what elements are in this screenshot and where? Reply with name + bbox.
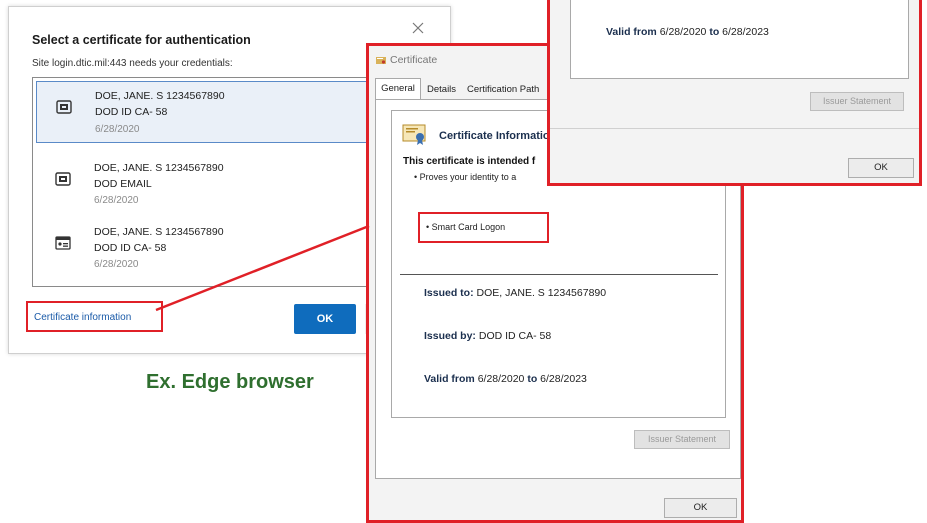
tab-details[interactable]: Details <box>427 81 456 98</box>
id-card-icon <box>55 236 71 250</box>
certificate-icon <box>402 124 426 145</box>
divider <box>400 274 718 275</box>
certificate-details-box: Valid from 6/28/2020 to 6/28/2023 <box>570 0 909 79</box>
issued-by-row-partial <box>606 0 806 2</box>
valid-from-label: Valid from <box>424 373 475 385</box>
certificate-name: DOE, JANE. S 1234567890 <box>94 226 224 238</box>
validity-row: Valid from 6/28/2020 to 6/28/2023 <box>424 373 587 385</box>
caption: Ex. Edge browser <box>146 371 314 393</box>
dialog-title: Select a certificate for authentication <box>32 33 251 47</box>
issuer-statement-button[interactable]: Issuer Statement <box>634 430 730 449</box>
issued-to-label: Issued to: <box>424 287 474 299</box>
site-credentials-text: Site login.dtic.mil:443 needs your crede… <box>32 58 233 69</box>
issuer-statement-button[interactable]: Issuer Statement <box>810 92 904 111</box>
certificate-date: 6/28/2020 <box>94 259 139 270</box>
valid-to-value: 6/28/2023 <box>540 373 587 385</box>
ok-button[interactable]: OK <box>294 304 356 334</box>
certificate-date: 6/28/2020 <box>95 124 140 135</box>
valid-from-value: 6/28/2020 <box>477 373 525 385</box>
certificate-icon <box>376 57 386 64</box>
divider <box>550 128 919 129</box>
smart-card-logon-highlight: • Smart Card Logon <box>418 212 549 243</box>
certificate-name: DOE, JANE. S 1234567890 <box>94 162 224 174</box>
valid-from-label: Valid from <box>606 26 657 38</box>
issued-by-row: Issued by: DOD ID CA- 58 <box>424 330 551 342</box>
intended-purpose-heading: This certificate is intended f <box>403 156 536 167</box>
valid-to-label: to <box>527 373 538 385</box>
valid-from-value: 6/28/2020 <box>659 26 707 38</box>
certificate-date: 6/28/2020 <box>94 195 139 206</box>
validity-row: Valid from 6/28/2020 to 6/28/2023 <box>606 26 769 38</box>
tab-general[interactable]: General <box>375 78 421 100</box>
valid-to-label: to <box>709 26 720 38</box>
certificate-information-title: Certificate Informatio <box>439 130 550 142</box>
smart-card-icon <box>56 100 72 114</box>
certificate-issuer: DOD EMAIL <box>94 178 152 190</box>
smart-card-icon <box>55 172 71 186</box>
certificate-issuer: DOD ID CA- 58 <box>95 106 168 118</box>
issued-to-value: DOE, JANE. S 1234567890 <box>476 287 607 299</box>
issued-by-value: DOD ID CA- 58 <box>478 330 552 342</box>
certificate-window-cropped: Valid from 6/28/2020 to 6/28/2023 Issuer… <box>547 0 922 186</box>
issued-to-row: Issued to: DOE, JANE. S 1234567890 <box>424 287 606 299</box>
certificate-information-label[interactable]: Certificate information <box>34 312 131 323</box>
close-icon[interactable] <box>411 21 425 35</box>
tab-certification-path[interactable]: Certification Path <box>467 81 539 98</box>
purpose-item: • Proves your identity to a <box>414 172 517 182</box>
purpose-item: • Smart Card Logon <box>426 222 506 232</box>
certificate-information-link[interactable]: Certificate information <box>26 301 163 332</box>
ok-button[interactable]: OK <box>664 498 737 518</box>
certificate-name: DOE, JANE. S 1234567890 <box>95 90 225 102</box>
issued-by-label: Issued by: <box>424 330 476 342</box>
certificate-issuer: DOD ID CA- 58 <box>94 242 167 254</box>
ok-button[interactable]: OK <box>848 158 914 178</box>
window-title: Certificate <box>390 54 438 66</box>
valid-to-value: 6/28/2023 <box>722 26 769 38</box>
